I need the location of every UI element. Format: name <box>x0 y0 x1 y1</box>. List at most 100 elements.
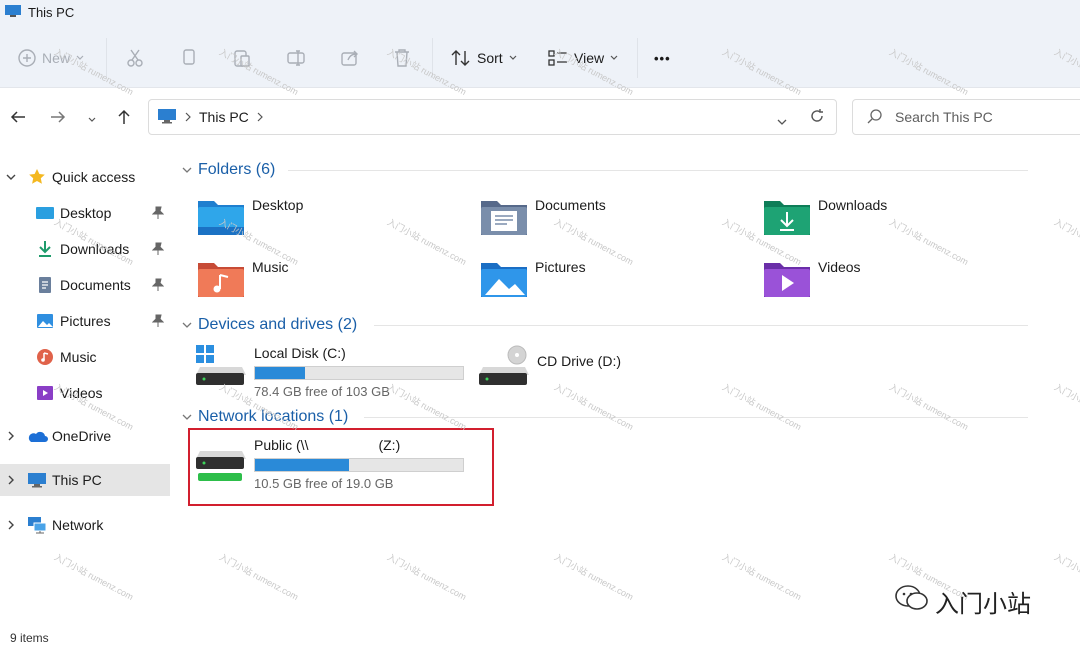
folder-label: Desktop <box>252 197 304 213</box>
search-placeholder: Search This PC <box>895 109 993 125</box>
chevron-right-icon <box>0 520 22 530</box>
rename-icon <box>286 48 306 68</box>
plus-circle-icon <box>18 49 36 67</box>
search-icon <box>867 108 883 127</box>
new-label: New <box>42 50 71 66</box>
view-list-icon <box>548 49 568 67</box>
monitor-icon <box>157 108 177 127</box>
sidebar-item-label: Pictures <box>60 313 111 329</box>
videos-folder-icon <box>762 257 812 301</box>
sidebar-item-downloads[interactable]: Downloads <box>0 233 170 265</box>
new-button[interactable]: New <box>18 46 84 70</box>
sidebar-item-quick-access[interactable]: Quick access <box>0 161 170 193</box>
cut-button[interactable] <box>126 46 144 70</box>
delete-button[interactable] <box>393 46 411 70</box>
video-icon <box>34 384 56 402</box>
download-arrow-icon <box>34 240 56 258</box>
pictures-folder-icon <box>479 257 529 301</box>
view-label: View <box>574 50 605 66</box>
scissors-icon <box>126 48 144 68</box>
group-divider <box>288 170 1028 171</box>
chevron-down-icon <box>178 167 196 174</box>
folder-label: Videos <box>818 259 861 275</box>
content-pane: Folders (6) Desktop Documents Downloads … <box>172 147 1080 622</box>
view-button[interactable]: View <box>548 46 618 70</box>
wechat-icon <box>895 584 929 619</box>
documents-folder-icon <box>479 195 529 239</box>
chevron-down-icon <box>178 322 196 329</box>
folder-pictures[interactable]: Pictures <box>479 257 586 307</box>
folder-music[interactable]: Music <box>196 257 289 307</box>
sidebar-item-this-pc[interactable]: This PC <box>0 464 170 496</box>
group-label: Devices and drives (2) <box>198 316 358 333</box>
group-header-network[interactable]: Network locations (1) <box>178 405 1028 429</box>
document-icon <box>34 276 56 294</box>
star-icon <box>26 168 48 186</box>
sidebar-item-music[interactable]: Music <box>0 341 170 373</box>
sort-button[interactable]: Sort <box>451 46 517 70</box>
brand-watermark: 入门小站 <box>895 584 1031 619</box>
chevron-right-icon <box>257 109 263 125</box>
drive-free-space: 78.4 GB free of 103 GB <box>254 384 390 399</box>
clipboard-icon <box>233 48 251 68</box>
group-label: Folders (6) <box>198 161 276 178</box>
folder-videos[interactable]: Videos <box>762 257 861 307</box>
pin-icon <box>151 206 165 223</box>
drive-local-disk-c[interactable]: Local Disk (C:) 78.4 GB free of 103 GB <box>196 345 464 409</box>
sidebar-item-desktop[interactable]: Desktop <box>0 197 170 229</box>
share-icon <box>340 48 360 68</box>
toolbar-divider <box>637 38 638 78</box>
address-history-chevron-icon[interactable] <box>777 113 787 129</box>
cd-drive-icon <box>479 345 531 391</box>
highlight-box <box>188 428 494 506</box>
title-bar: This PC <box>0 0 1080 24</box>
sidebar-item-label: Videos <box>60 385 103 401</box>
sidebar-item-documents[interactable]: Documents <box>0 269 170 301</box>
network-icon <box>26 516 48 534</box>
forward-button[interactable] <box>48 108 68 128</box>
sidebar-item-onedrive[interactable]: OneDrive <box>0 420 170 452</box>
more-options-button[interactable]: ••• <box>654 46 671 70</box>
drive-name: CD Drive (D:) <box>537 353 621 369</box>
breadcrumb-this-pc[interactable]: This PC <box>199 109 249 125</box>
toolbar-divider <box>432 38 433 78</box>
sidebar-item-label: This PC <box>52 472 102 488</box>
command-bar: New Sort View ••• <box>0 24 1080 88</box>
sort-arrows-icon <box>451 49 471 67</box>
address-bar[interactable]: This PC <box>148 99 837 135</box>
folder-label: Music <box>252 259 289 275</box>
share-button[interactable] <box>340 46 360 70</box>
recent-locations-button[interactable] <box>82 108 102 128</box>
group-header-devices[interactable]: Devices and drives (2) <box>178 313 1028 337</box>
folder-label: Documents <box>535 197 606 213</box>
trash-icon <box>393 48 411 68</box>
back-button[interactable] <box>8 108 28 128</box>
folder-label: Downloads <box>818 197 888 213</box>
status-item-count: 9 items <box>10 631 49 645</box>
window-title: This PC <box>28 4 75 20</box>
pin-icon <box>151 278 165 295</box>
drive-cd-d[interactable]: CD Drive (D:) <box>479 345 621 409</box>
music-icon <box>34 348 56 366</box>
folder-desktop[interactable]: Desktop <box>196 195 303 245</box>
group-header-folders[interactable]: Folders (6) <box>178 158 1028 182</box>
sidebar-item-videos[interactable]: Videos <box>0 377 170 409</box>
sidebar-item-network[interactable]: Network <box>0 509 170 541</box>
monitor-icon <box>4 4 22 21</box>
chevron-down-icon <box>610 55 618 61</box>
copy-button[interactable] <box>180 46 198 70</box>
refresh-icon[interactable] <box>809 108 825 127</box>
rename-button[interactable] <box>286 46 306 70</box>
paste-button[interactable] <box>233 46 251 70</box>
sidebar-item-pictures[interactable]: Pictures <box>0 305 170 337</box>
folder-downloads[interactable]: Downloads <box>762 195 887 245</box>
chevron-down-icon <box>178 414 196 421</box>
sidebar-item-label: Desktop <box>60 205 112 221</box>
arrow-right-icon <box>50 110 66 127</box>
search-input[interactable]: Search This PC <box>852 99 1080 135</box>
sidebar-item-label: OneDrive <box>52 428 112 444</box>
up-button[interactable] <box>114 108 134 128</box>
folder-documents[interactable]: Documents <box>479 195 606 245</box>
sort-label: Sort <box>477 50 503 66</box>
picture-icon <box>34 312 56 330</box>
